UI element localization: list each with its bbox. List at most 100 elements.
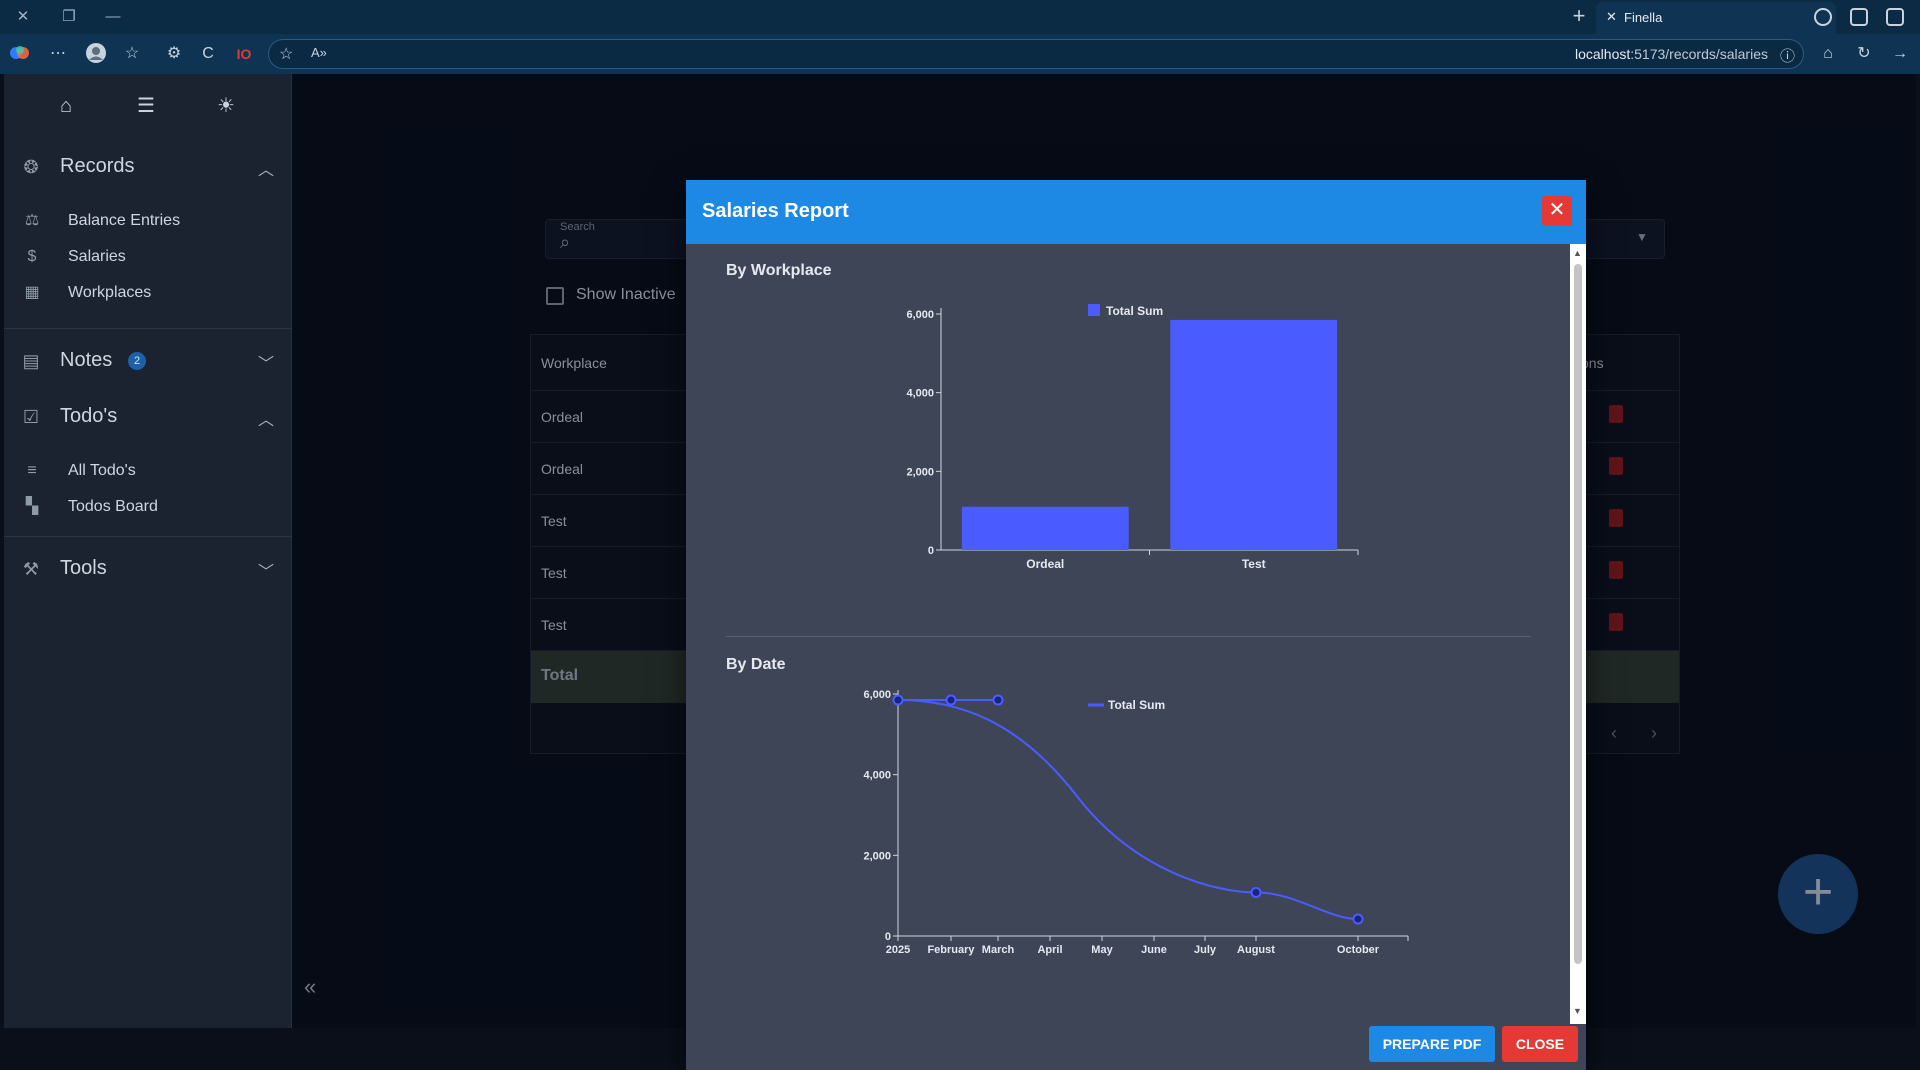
sidebar-divider <box>4 536 292 537</box>
line-chart: Total Sum 0 2,000 4,000 6,000 2025 February Mar… <box>863 689 1409 956</box>
x-tick-label: March <box>982 944 1015 956</box>
tools-icon: ⚒ <box>22 559 40 579</box>
theme-toggle-icon[interactable]: ☀ <box>214 94 238 118</box>
sidebar-section-notes[interactable]: ▤ Notes 2 ﹀ <box>4 338 292 382</box>
add-favorite-icon[interactable]: ☆ <box>279 44 293 64</box>
forward-icon[interactable]: → <box>1888 42 1912 66</box>
x-tick-label: 2025 <box>886 944 910 956</box>
sidebar-section-label: Notes <box>60 349 113 371</box>
more-icon[interactable]: ⋯ <box>46 42 70 66</box>
x-tick-label: February <box>927 944 975 956</box>
url-host: localhost <box>1574 46 1631 62</box>
sidebar-item-todos-board[interactable]: ▚ Todos Board <box>4 490 292 524</box>
sidebar-section-tools[interactable]: ⚒ Tools ﹀ <box>4 546 292 590</box>
sidebar-section-label: Tools <box>60 557 107 579</box>
section-title-by-workplace: By Workplace <box>726 262 832 279</box>
browser-tab[interactable]: ✕ Finella <box>1596 2 1836 34</box>
dialog-body[interactable]: By Workplace Total Sum 0 2,000 4,000 6,000 Or… <box>686 244 1570 1024</box>
tab-close-icon[interactable]: ✕ <box>1606 9 1617 25</box>
legend-label: Total Sum <box>1108 698 1165 712</box>
sidebar-item-salaries[interactable]: $ Salaries <box>4 240 292 274</box>
data-point <box>945 694 957 706</box>
sidebar-item-balance-entries[interactable]: ⚖ Balance Entries <box>4 204 292 238</box>
app-container: ⌂ ☰ ☀ ❂ Records ︿ ⚖ Balance Entries $ Sa… <box>4 74 1916 1070</box>
tab-actions-icon[interactable] <box>1850 8 1868 26</box>
series-line <box>897 699 1359 921</box>
legend-label: Total Sum <box>1106 304 1163 318</box>
prepare-pdf-button[interactable]: PREPARE PDF <box>1369 1026 1495 1062</box>
money-icon: $ <box>27 248 37 265</box>
favorites-icon[interactable]: ☆ <box>120 42 144 66</box>
sidebar-item-label: Balance Entries <box>68 212 181 229</box>
x-tick-label: October <box>1337 944 1380 956</box>
sidebar-item-label: Todos Board <box>68 498 158 515</box>
x-tick-label: June <box>1141 944 1167 956</box>
site-info-icon[interactable]: ⓘ <box>1780 45 1795 66</box>
chevron-up-icon: ︿ <box>257 412 274 429</box>
close-icon[interactable]: ✕ <box>1542 196 1572 226</box>
y-tick-label: 6,000 <box>906 309 934 321</box>
x-tick-label: August <box>1237 944 1275 956</box>
dashboard-icon: ▚ <box>25 498 39 515</box>
close-button[interactable]: CLOSE <box>1502 1026 1578 1062</box>
sidebar-item-workplaces[interactable]: ▦ Workplaces <box>4 276 292 310</box>
chevron-up-icon: ︿ <box>257 162 274 179</box>
address-bar[interactable]: ☆ A» localhost:5173/records/salaries ⓘ <box>268 39 1804 69</box>
notes-icon: ▤ <box>22 351 40 371</box>
minimize-window-icon[interactable]: — <box>100 6 126 28</box>
tab-title: Finella <box>1624 10 1663 25</box>
scroll-down-icon[interactable]: ▼ <box>1573 1006 1582 1016</box>
read-aloud-icon[interactable]: A» <box>311 45 327 60</box>
sidebar-section-records[interactable]: ❂ Records ︿ <box>4 144 292 188</box>
home-nav-icon[interactable]: ⌂ <box>54 94 78 118</box>
chevron-down-icon: ﹀ <box>257 356 274 373</box>
bar <box>961 506 1129 550</box>
y-tick-label: 4,000 <box>906 388 934 400</box>
sidebar-section-todos[interactable]: ☑ Todo's ︿ <box>4 394 292 438</box>
scrollbar-thumb[interactable] <box>1574 264 1582 964</box>
building-icon: ▦ <box>24 284 40 301</box>
sidebar-item-all-todos[interactable]: ≡ All Todo's <box>4 454 292 488</box>
extension-ci-icon[interactable]: C <box>196 42 220 66</box>
sidebar: ⌂ ☰ ☀ ❂ Records ︿ ⚖ Balance Entries $ Sa… <box>4 74 292 1028</box>
y-tick-label: 0 <box>885 931 891 943</box>
x-tick-label: May <box>1091 944 1113 956</box>
notes-count-badge: 2 <box>128 352 146 370</box>
bar <box>1170 319 1338 550</box>
data-point <box>992 694 1004 706</box>
browser-toolbar: ⋯ ☆ ⚙ C IO ☆ A» localhost:5173/records/s… <box>0 34 1920 74</box>
list-edit-icon: ≡ <box>27 462 37 479</box>
sidebar-item-label: All Todo's <box>68 462 136 479</box>
menu-icon[interactable]: ☰ <box>134 94 158 118</box>
x-tick-label: Test <box>1242 557 1266 571</box>
y-tick-label: 4,000 <box>863 770 891 782</box>
copilot-icon[interactable] <box>8 42 32 66</box>
extension-io-icon[interactable]: IO <box>232 42 256 66</box>
legend-swatch <box>1088 304 1100 316</box>
refresh-icon[interactable]: ↻ <box>1852 42 1876 66</box>
home-icon[interactable]: ⌂ <box>1816 42 1840 66</box>
close-window-icon[interactable]: ✕ <box>10 6 36 28</box>
salaries-report-dialog: Salaries Report ✕ By Workplace Total Sum… <box>686 180 1586 1070</box>
sidebar-item-label: Salaries <box>68 248 126 265</box>
sidebar-section-label: Records <box>60 155 135 177</box>
checklist-icon: ☑ <box>22 407 40 427</box>
data-point <box>1352 913 1364 925</box>
data-point <box>1250 886 1262 898</box>
browser-titlebar: ✕ ❐ — + ✕ Finella <box>0 0 1920 34</box>
extensions-icon[interactable]: ⚙ <box>162 42 186 66</box>
x-tick-label: Ordeal <box>1026 557 1064 571</box>
profile-avatar-icon[interactable] <box>84 42 108 66</box>
scroll-up-icon[interactable]: ▲ <box>1573 248 1582 258</box>
profile-shield-icon[interactable] <box>1814 8 1832 26</box>
y-tick-label: 2,000 <box>863 850 891 862</box>
workspaces-icon[interactable] <box>1886 8 1904 26</box>
section-title-by-date: By Date <box>726 656 786 673</box>
y-tick-label: 6,000 <box>863 689 891 701</box>
sidebar-item-label: Workplaces <box>68 284 152 301</box>
restore-window-icon[interactable]: ❐ <box>56 6 82 28</box>
url-text: localhost:5173/records/salaries <box>1575 46 1768 62</box>
section-divider <box>726 636 1531 637</box>
y-tick-label: 2,000 <box>906 466 934 478</box>
new-tab-icon[interactable]: + <box>1568 5 1590 28</box>
